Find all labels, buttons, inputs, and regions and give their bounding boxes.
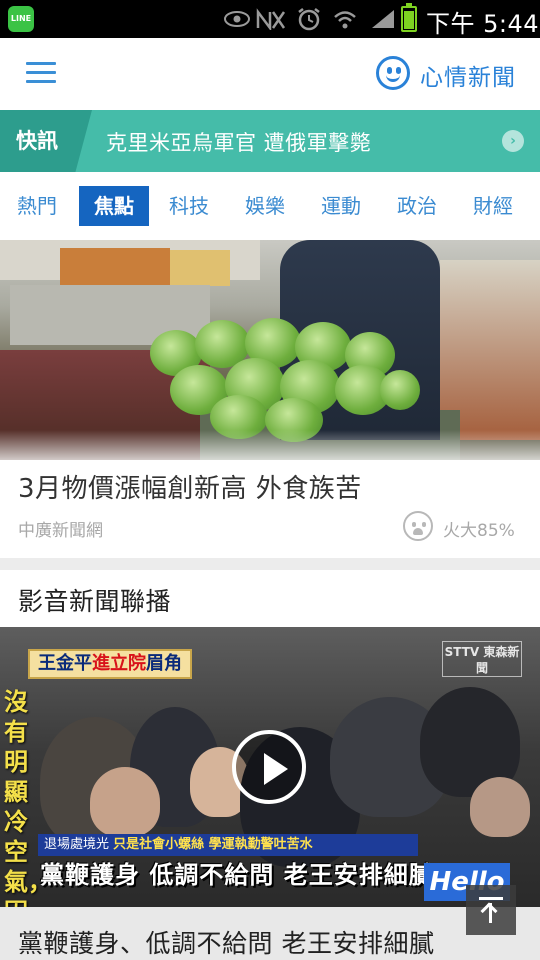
- hero-photo[interactable]: [0, 240, 540, 460]
- video-news-section: 影音新聞聯播 王金平進立院眉角 STTV 東森新聞 沒有明顯冷空氣，因 退場處境…: [0, 570, 540, 960]
- breaking-headline[interactable]: 克里米亞烏軍官 遭俄軍擊斃: [106, 127, 371, 157]
- alarm-icon: [298, 8, 320, 31]
- news-ribbon: 退場處境光 只是社會小螺絲 學運執勤警吐苦水: [38, 834, 418, 856]
- channel-logo: STTV 東森新聞: [442, 641, 522, 677]
- tab-focus[interactable]: 焦點: [79, 186, 149, 226]
- mood-percentage: 火大85%: [443, 521, 515, 541]
- tab-politics[interactable]: 政治: [386, 186, 448, 226]
- video-thumbnail[interactable]: 王金平進立院眉角 STTV 東森新聞 沒有明顯冷空氣，因 退場處境光 只是社會小…: [0, 627, 540, 907]
- app-header: 心情新聞: [0, 38, 540, 110]
- breaking-label: 快訊: [0, 110, 92, 172]
- hamburger-menu-icon[interactable]: [26, 62, 56, 84]
- tab-finance[interactable]: 財經: [462, 186, 524, 226]
- status-bar: LINE 下午 5:44: [0, 0, 540, 38]
- hero-title[interactable]: 3月物價漲幅創新高 外食族苦: [18, 468, 362, 505]
- wifi-icon: [334, 11, 356, 29]
- video-section-heading: 影音新聞聯播: [18, 587, 172, 616]
- hero-news-card[interactable]: 3月物價漲幅創新高 外食族苦 中廣新聞網 火大85%: [0, 240, 540, 558]
- hero-fade: [0, 430, 540, 470]
- cell-signal-icon: [372, 10, 394, 28]
- tab-tech[interactable]: 科技: [158, 186, 220, 226]
- line-app-icon: LINE: [8, 6, 34, 32]
- category-tabs: 熱門 焦點 科技 娛樂 運動 政治 財經: [0, 172, 540, 240]
- video-caption[interactable]: 黨鞭護身、低調不給問 老王安排細膩: [18, 924, 434, 960]
- play-icon[interactable]: [232, 730, 306, 804]
- brand-name: 心情新聞: [420, 65, 516, 91]
- battery-icon: [401, 3, 417, 32]
- tab-sports[interactable]: 運動: [310, 186, 372, 226]
- arrow-up-icon[interactable]: [466, 885, 516, 935]
- tab-entertainment[interactable]: 娛樂: [234, 186, 296, 226]
- video-banner: 王金平進立院眉角: [28, 649, 192, 679]
- eye-icon: [224, 11, 250, 27]
- no-signal-icon: [256, 8, 286, 30]
- tab-hot[interactable]: 熱門: [6, 186, 68, 226]
- surprised-face-icon: [403, 511, 433, 541]
- breaking-news-ticker[interactable]: 快訊 克里米亞烏軍官 遭俄軍擊斃 ›: [0, 110, 540, 172]
- hero-source: 中廣新聞網: [18, 521, 103, 541]
- video-subtitle: 黨鞭護身 低調不給問 老王安排細膩: [40, 861, 434, 889]
- vertical-caption: 沒有明顯冷空氣，因: [4, 688, 52, 907]
- smiley-icon: [376, 56, 410, 90]
- clock: 下午 5:44: [426, 10, 540, 38]
- chevron-right-icon[interactable]: ›: [502, 130, 524, 152]
